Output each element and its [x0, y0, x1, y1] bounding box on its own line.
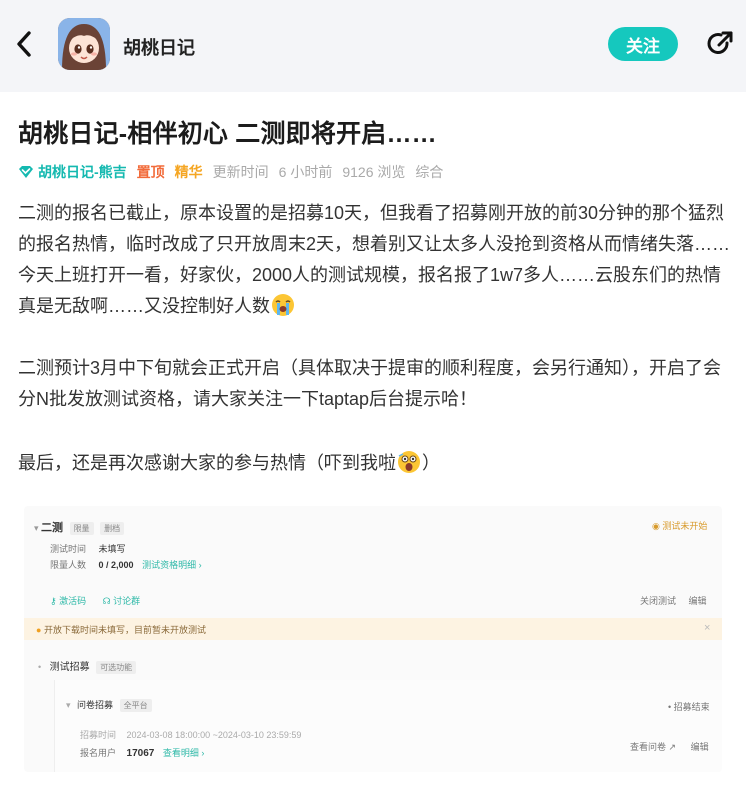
survey-tag: 全平台	[119, 699, 152, 712]
recruit-time-value: 2024-03-08 18:00:00 ~2024-03-10 23:59:59	[126, 730, 302, 740]
close-test-link[interactable]: 关闭测试	[640, 596, 676, 606]
verified-icon	[19, 166, 33, 178]
view-count: 9126 浏览	[342, 164, 406, 180]
edit-link-2[interactable]: 编辑	[691, 742, 709, 752]
recruit-title: 测试招募	[49, 662, 90, 673]
back-button[interactable]	[10, 28, 38, 60]
limit-detail-link[interactable]: 测试资格明细 ›	[142, 560, 202, 570]
top-bar: 胡桃日记 关注	[0, 0, 746, 92]
shocked-emoji-icon	[398, 451, 420, 473]
paragraph-1-text: 二测的报名已截止，原本设置的是招募10天，但我看了招募刚开放的前30分钟的那个猛…	[18, 203, 731, 316]
view-survey-link[interactable]: 查看问卷	[630, 742, 666, 752]
signup-label: 报名用户	[80, 748, 117, 758]
limit-value: 0 / 2,000	[98, 560, 134, 570]
share-icon	[707, 31, 733, 54]
paragraph-3-text: 最后，还是再次感谢大家的参与热情（吓到我啦	[18, 453, 396, 473]
survey-title: 问卷招募	[77, 700, 114, 710]
forum-link[interactable]: 讨论群	[113, 596, 140, 606]
category[interactable]: 综合	[415, 162, 443, 182]
warning-icon: ●	[36, 625, 42, 635]
tag-delete: 删档	[100, 522, 125, 535]
collapse-icon: ▾	[34, 523, 39, 533]
share-button[interactable]	[704, 28, 736, 60]
pinned-badge: 置顶	[136, 164, 165, 180]
avatar[interactable]	[58, 18, 110, 70]
author-name[interactable]: 胡桃日记	[123, 34, 195, 60]
edit-link[interactable]: 编辑	[689, 596, 707, 606]
recruit-time-label: 招募时间	[80, 730, 117, 740]
chevron-left-icon	[17, 31, 31, 57]
paragraph-2: 二测预计3月中下旬就会正式开启（具体取决于提审的顺利程度，会另行通知），开启了会…	[18, 358, 722, 409]
time-ago: 6 小时前	[278, 164, 333, 180]
time-label: 测试时间	[50, 544, 87, 554]
chat-icon: ☊	[102, 596, 111, 606]
signup-detail-link[interactable]: 查看明细 ›	[163, 748, 205, 758]
close-icon[interactable]: ×	[704, 622, 710, 634]
signup-value: 17067	[126, 748, 155, 759]
paragraph-3: 最后，还是再次感谢大家的参与热情（吓到我啦 ）	[18, 448, 730, 479]
follow-button[interactable]: 关注	[608, 27, 678, 61]
code-link[interactable]: 激活码	[59, 596, 86, 606]
key-icon: ⚷	[50, 596, 57, 606]
paragraph-1: 二测的报名已截止，原本设置的是招募10天，但我看了招募刚开放的前30分钟的那个猛…	[18, 198, 730, 322]
recruit-tag: 可选功能	[96, 661, 137, 674]
paragraph-3-end: ）	[422, 453, 440, 473]
tag-limited: 限量	[69, 522, 94, 535]
test-title: 二测	[41, 522, 64, 534]
embedded-screenshot[interactable]: ▾ 二测 限量 删档 ◉ 测试未开始 测试时间 未填写 限量人数 0 / 2,0…	[24, 506, 722, 772]
external-link-icon: ↗	[668, 742, 677, 752]
limit-label: 限量人数	[50, 560, 87, 570]
survey-status: 招募结束	[673, 702, 710, 712]
collapse-icon-2: ▾	[66, 700, 71, 710]
crying-emoji-icon	[272, 294, 294, 316]
time-value: 未填写	[98, 544, 126, 554]
post-meta: 胡桃日记-熊吉 置顶 精华 更新时间 6 小时前 9126 浏览 综合	[18, 162, 443, 182]
warning-text: 开放下载时间未填写，目前暂未开放测试	[43, 625, 206, 635]
updated-label: 更新时间	[212, 164, 269, 180]
clock-icon: ◉	[652, 521, 660, 531]
bullet-icon: •	[38, 662, 42, 672]
status-dot-icon: •	[668, 702, 672, 712]
test-status: 测试未开始	[662, 521, 708, 531]
meta-author[interactable]: 胡桃日记-熊吉	[38, 162, 127, 182]
post-title: 胡桃日记-相伴初心 二测即将开启……	[18, 120, 437, 148]
essence-badge: 精华	[174, 164, 203, 180]
